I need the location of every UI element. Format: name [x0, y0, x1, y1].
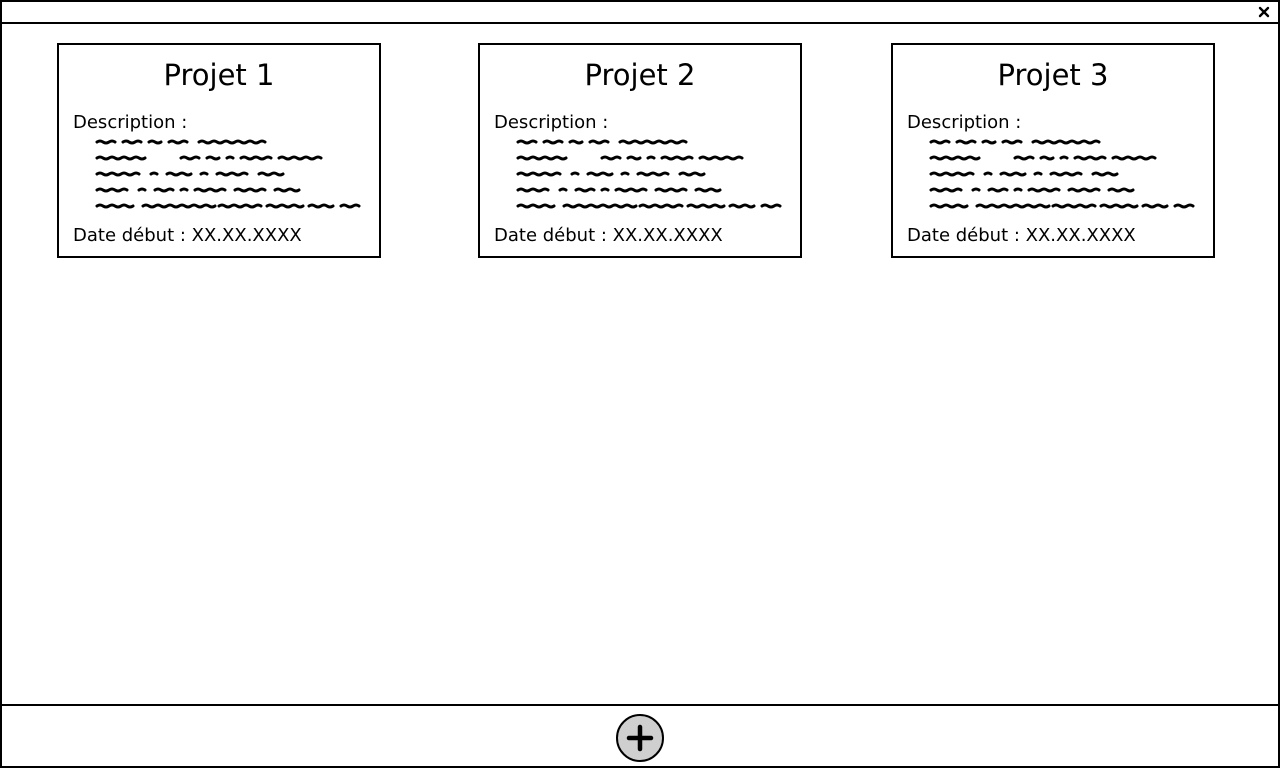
project-title: Projet 3 [997, 58, 1109, 92]
close-icon [1258, 6, 1270, 18]
add-project-button[interactable] [616, 714, 664, 762]
close-button[interactable] [1256, 4, 1272, 20]
description-label: Description : [907, 112, 1022, 133]
projects-area: Projet 1 Description : Date début : XX.X… [2, 24, 1278, 706]
footer-bar [2, 704, 1278, 766]
project-title: Projet 2 [584, 58, 696, 92]
description-placeholder-text [95, 139, 361, 209]
app-window: Projet 1 Description : Date début : XX.X… [0, 0, 1280, 768]
project-card-3[interactable]: Projet 3 Description : Date début : XX.X… [891, 43, 1215, 258]
plus-icon [626, 724, 654, 752]
description-label: Description : [73, 112, 188, 133]
project-title: Projet 1 [163, 58, 275, 92]
start-date-label: Date début : XX.XX.XXXX [907, 225, 1136, 246]
project-card-2[interactable]: Projet 2 Description : Date début : XX.X… [478, 43, 802, 258]
description-label: Description : [494, 112, 609, 133]
start-date-label: Date début : XX.XX.XXXX [494, 225, 723, 246]
project-card-1[interactable]: Projet 1 Description : Date début : XX.X… [57, 43, 381, 258]
description-placeholder-text [516, 139, 782, 209]
start-date-label: Date début : XX.XX.XXXX [73, 225, 302, 246]
title-bar [2, 2, 1278, 24]
description-placeholder-text [929, 139, 1195, 209]
